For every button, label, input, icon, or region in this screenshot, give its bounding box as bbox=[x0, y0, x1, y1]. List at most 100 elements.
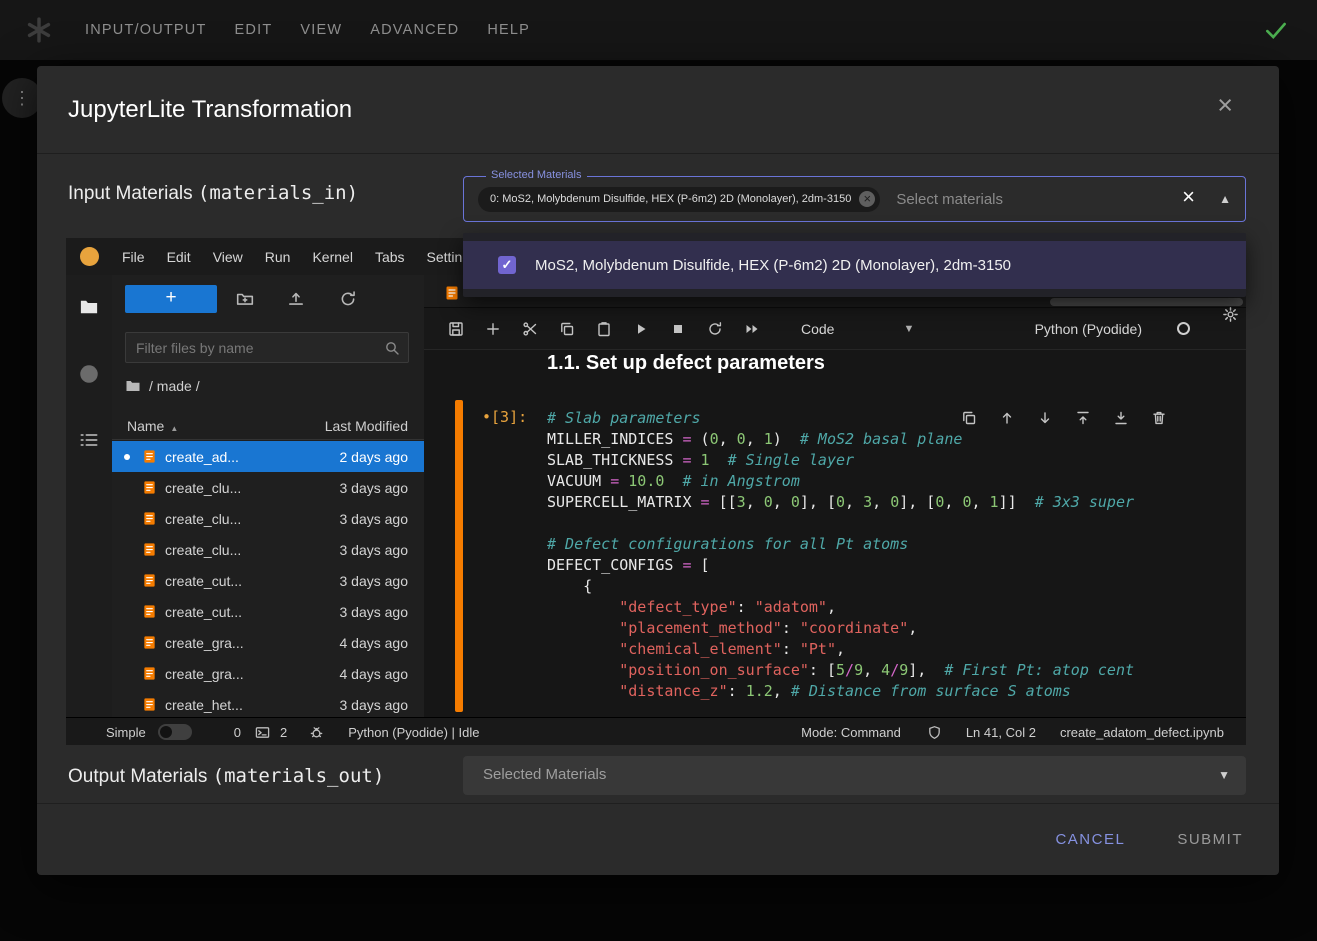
code-line: SUPERCELL_MATRIX = [[3, 0, 0], [0, 3, 0]… bbox=[547, 492, 1246, 513]
column-last-modified[interactable]: Last Modified bbox=[325, 418, 408, 434]
jmenu-kernel[interactable]: Kernel bbox=[312, 249, 352, 265]
file-row[interactable]: create_cut...3 days ago bbox=[112, 596, 424, 627]
menu-advanced[interactable]: ADVANCED bbox=[370, 22, 459, 38]
code-line: SLAB_THICKNESS = 1 # Single layer bbox=[547, 450, 1246, 471]
new-folder-icon[interactable] bbox=[236, 290, 254, 308]
running-sessions-icon[interactable] bbox=[79, 364, 99, 384]
active-cell-bar[interactable] bbox=[455, 400, 463, 712]
file-filter-box bbox=[125, 332, 409, 363]
paste-icon[interactable] bbox=[596, 321, 612, 337]
kernel-state[interactable]: Python (Pyodide) | Idle bbox=[348, 725, 479, 740]
delete-cell-icon[interactable] bbox=[1151, 410, 1167, 426]
file-filter-input[interactable] bbox=[126, 340, 384, 356]
command-mode[interactable]: Mode: Command bbox=[801, 725, 901, 740]
notebook-file-icon bbox=[142, 635, 157, 650]
cell-toolbar bbox=[961, 410, 1167, 426]
jmenu-run[interactable]: Run bbox=[265, 249, 291, 265]
insert-cell-above-icon[interactable] bbox=[1075, 410, 1091, 426]
column-name[interactable]: Name▲ bbox=[127, 418, 178, 434]
file-row[interactable]: create_cut...3 days ago bbox=[112, 565, 424, 596]
jmenu-tabs[interactable]: Tabs bbox=[375, 249, 405, 265]
folder-icon bbox=[125, 378, 141, 394]
field-legend: Selected Materials bbox=[486, 169, 587, 181]
background-menu-button[interactable]: ⋮ bbox=[2, 78, 42, 118]
notebook-file-icon bbox=[142, 511, 157, 526]
file-row[interactable]: create_clu...3 days ago bbox=[112, 503, 424, 534]
code-line: "position_on_surface": [5/9, 4/9], # Fir… bbox=[547, 660, 1246, 681]
file-row[interactable]: create_ad...2 days ago bbox=[112, 441, 424, 472]
jmenu-edit[interactable]: Edit bbox=[167, 249, 191, 265]
run-icon[interactable] bbox=[633, 321, 649, 337]
menu-view[interactable]: VIEW bbox=[300, 22, 342, 38]
menu-edit[interactable]: EDIT bbox=[235, 22, 273, 38]
file-browser-panel: + bbox=[112, 275, 424, 717]
close-icon[interactable]: × bbox=[1217, 92, 1233, 119]
notebook-file-icon bbox=[142, 449, 157, 464]
submit-button[interactable]: SUBMIT bbox=[1177, 831, 1243, 848]
dialog-footer: CANCEL SUBMIT bbox=[37, 803, 1279, 875]
dialog-header: JupyterLite Transformation × bbox=[37, 66, 1279, 154]
chevron-down-icon[interactable]: ▼ bbox=[903, 323, 914, 335]
chevron-up-icon[interactable]: ▲ bbox=[1219, 192, 1231, 206]
table-of-contents-icon[interactable] bbox=[79, 430, 99, 450]
jupyterlite-frame: File Edit View Run Kernel Tabs Settings bbox=[66, 238, 1246, 745]
kernel-name[interactable]: Python (Pyodide) bbox=[1035, 321, 1142, 337]
refresh-icon[interactable] bbox=[339, 290, 357, 308]
simple-mode-toggle[interactable] bbox=[158, 724, 192, 740]
select-materials-placeholder: Select materials bbox=[896, 191, 1003, 208]
restart-kernel-icon[interactable] bbox=[707, 321, 723, 337]
move-cell-down-icon[interactable] bbox=[1037, 410, 1053, 426]
file-row[interactable]: create_clu...3 days ago bbox=[112, 472, 424, 503]
menu-input-output[interactable]: INPUT/OUTPUT bbox=[85, 22, 207, 38]
cell-prompt: •[3]: bbox=[482, 408, 527, 426]
bug-icon[interactable] bbox=[309, 725, 324, 740]
scrollbar-thumb[interactable] bbox=[1050, 298, 1243, 306]
restart-run-all-icon[interactable] bbox=[744, 321, 760, 337]
stop-icon[interactable] bbox=[670, 321, 686, 337]
app-menus: INPUT/OUTPUT EDIT VIEW ADVANCED HELP bbox=[85, 22, 530, 38]
menu-help[interactable]: HELP bbox=[487, 22, 530, 38]
cut-icon[interactable] bbox=[522, 321, 538, 337]
material-option[interactable]: ✓ MoS2, Molybdenum Disulfide, HEX (P-6m2… bbox=[463, 241, 1246, 289]
notebook-file-icon bbox=[142, 604, 157, 619]
file-row[interactable]: create_het...3 days ago bbox=[112, 689, 424, 717]
copy-icon[interactable] bbox=[559, 321, 575, 337]
notebook-file-icon bbox=[142, 480, 157, 495]
cancel-button[interactable]: CANCEL bbox=[1055, 831, 1125, 848]
output-materials-select[interactable]: Selected Materials ▼ bbox=[463, 756, 1246, 795]
material-chip[interactable]: 0: MoS2, Molybdenum Disulfide, HEX (P-6m… bbox=[478, 187, 880, 212]
clear-selection-icon[interactable]: × bbox=[1182, 186, 1195, 208]
checkbox-checked-icon[interactable]: ✓ bbox=[498, 256, 516, 274]
gear-icon[interactable] bbox=[1222, 306, 1239, 323]
chip-remove-icon[interactable]: × bbox=[859, 191, 875, 207]
jmenu-file[interactable]: File bbox=[122, 249, 145, 265]
new-launcher-button[interactable]: + bbox=[125, 285, 217, 313]
upload-icon[interactable] bbox=[287, 290, 305, 308]
code-editor[interactable]: # Slab parametersMILLER_INDICES = (0, 0,… bbox=[547, 408, 1246, 717]
material-option-label: MoS2, Molybdenum Disulfide, HEX (P-6m2) … bbox=[535, 257, 1011, 274]
file-row[interactable]: create_clu...3 days ago bbox=[112, 534, 424, 565]
kernel-dot-icon bbox=[124, 454, 130, 460]
save-icon[interactable] bbox=[448, 321, 464, 337]
selected-materials-field[interactable]: Selected Materials 0: MoS2, Molybdenum D… bbox=[463, 176, 1246, 222]
code-line: "chemical_element": "Pt", bbox=[547, 639, 1246, 660]
file-row[interactable]: create_gra...4 days ago bbox=[112, 658, 424, 689]
add-cell-icon[interactable] bbox=[485, 321, 501, 337]
cell-type-select[interactable]: Code bbox=[801, 321, 834, 337]
breadcrumb[interactable]: / made / bbox=[125, 378, 200, 394]
duplicate-cell-icon[interactable] bbox=[961, 410, 977, 426]
terminal-count: 0 bbox=[234, 725, 241, 740]
jmenu-view[interactable]: View bbox=[213, 249, 243, 265]
search-icon bbox=[384, 340, 400, 356]
input-materials-label: Input Materials (materials_in) bbox=[68, 182, 358, 205]
move-cell-up-icon[interactable] bbox=[999, 410, 1015, 426]
notebook-tab-icon[interactable] bbox=[444, 285, 460, 301]
insert-cell-below-icon[interactable] bbox=[1113, 410, 1129, 426]
output-materials-label: Output Materials (materials_out) bbox=[68, 765, 384, 788]
materials-dropdown: ✓ MoS2, Molybdenum Disulfide, HEX (P-6m2… bbox=[463, 233, 1246, 297]
cursor-position[interactable]: Ln 41, Col 2 bbox=[966, 725, 1036, 740]
file-browser-icon[interactable] bbox=[79, 297, 99, 317]
accept-check-icon[interactable] bbox=[1263, 17, 1289, 48]
file-row[interactable]: create_gra...4 days ago bbox=[112, 627, 424, 658]
kernel-status-icon[interactable] bbox=[1177, 322, 1190, 335]
